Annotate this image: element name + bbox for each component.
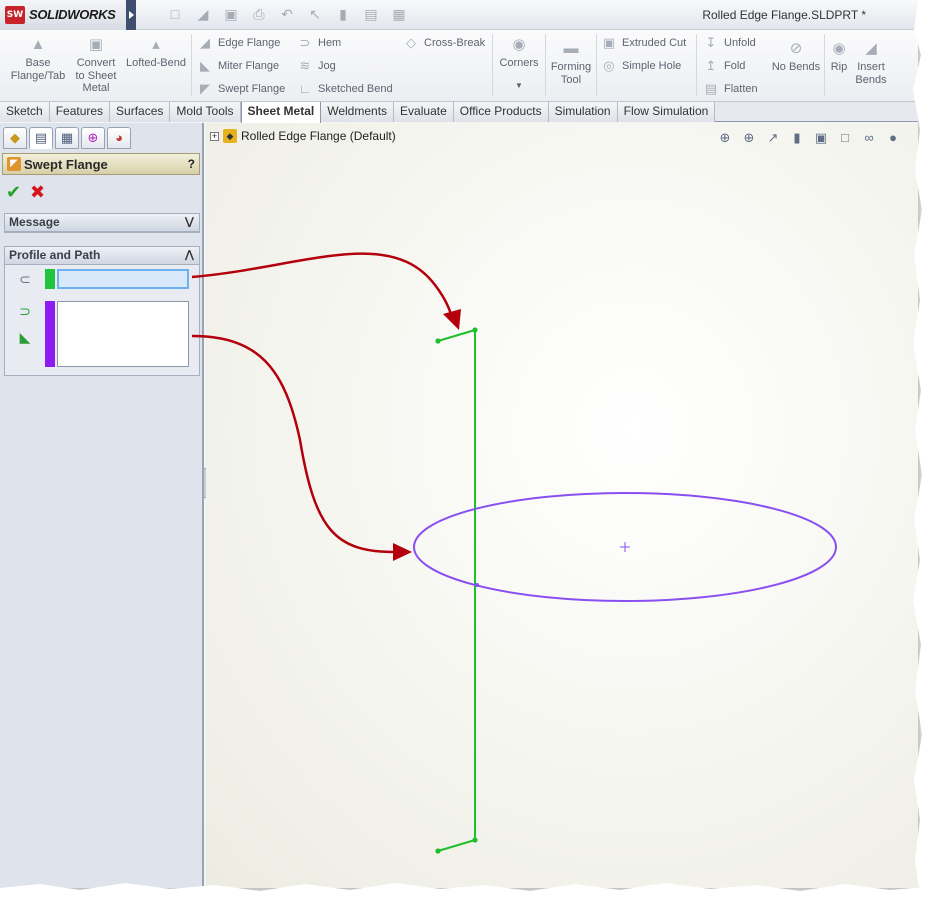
sketch-overlay — [191, 252, 837, 854]
path-sketch[interactable] — [413, 492, 837, 602]
profile-top-flange-line[interactable] — [437, 329, 476, 342]
sketch-point[interactable] — [472, 837, 478, 843]
path-callout-arrow — [191, 334, 396, 554]
profile-arrowhead — [443, 309, 461, 330]
solidworks-window: SW SOLIDWORKS □ ◢ ▣ ⎙ ↶ ↖ ▮ ▤ ▦ Rolled E… — [0, 0, 918, 888]
profile-sketch[interactable] — [435, 327, 478, 854]
sketch-point[interactable] — [472, 327, 478, 333]
sketch-point[interactable] — [475, 583, 479, 587]
profile-bottom-flange-line[interactable] — [437, 839, 476, 852]
profile-callout-arrow — [191, 252, 454, 319]
sketch-point[interactable] — [435, 338, 441, 344]
path-arrowhead — [393, 543, 412, 561]
callout-arrows — [191, 252, 461, 561]
torn-edge-right — [913, 0, 935, 906]
sketch-point[interactable] — [435, 848, 441, 854]
torn-edge-bottom — [0, 883, 935, 906]
